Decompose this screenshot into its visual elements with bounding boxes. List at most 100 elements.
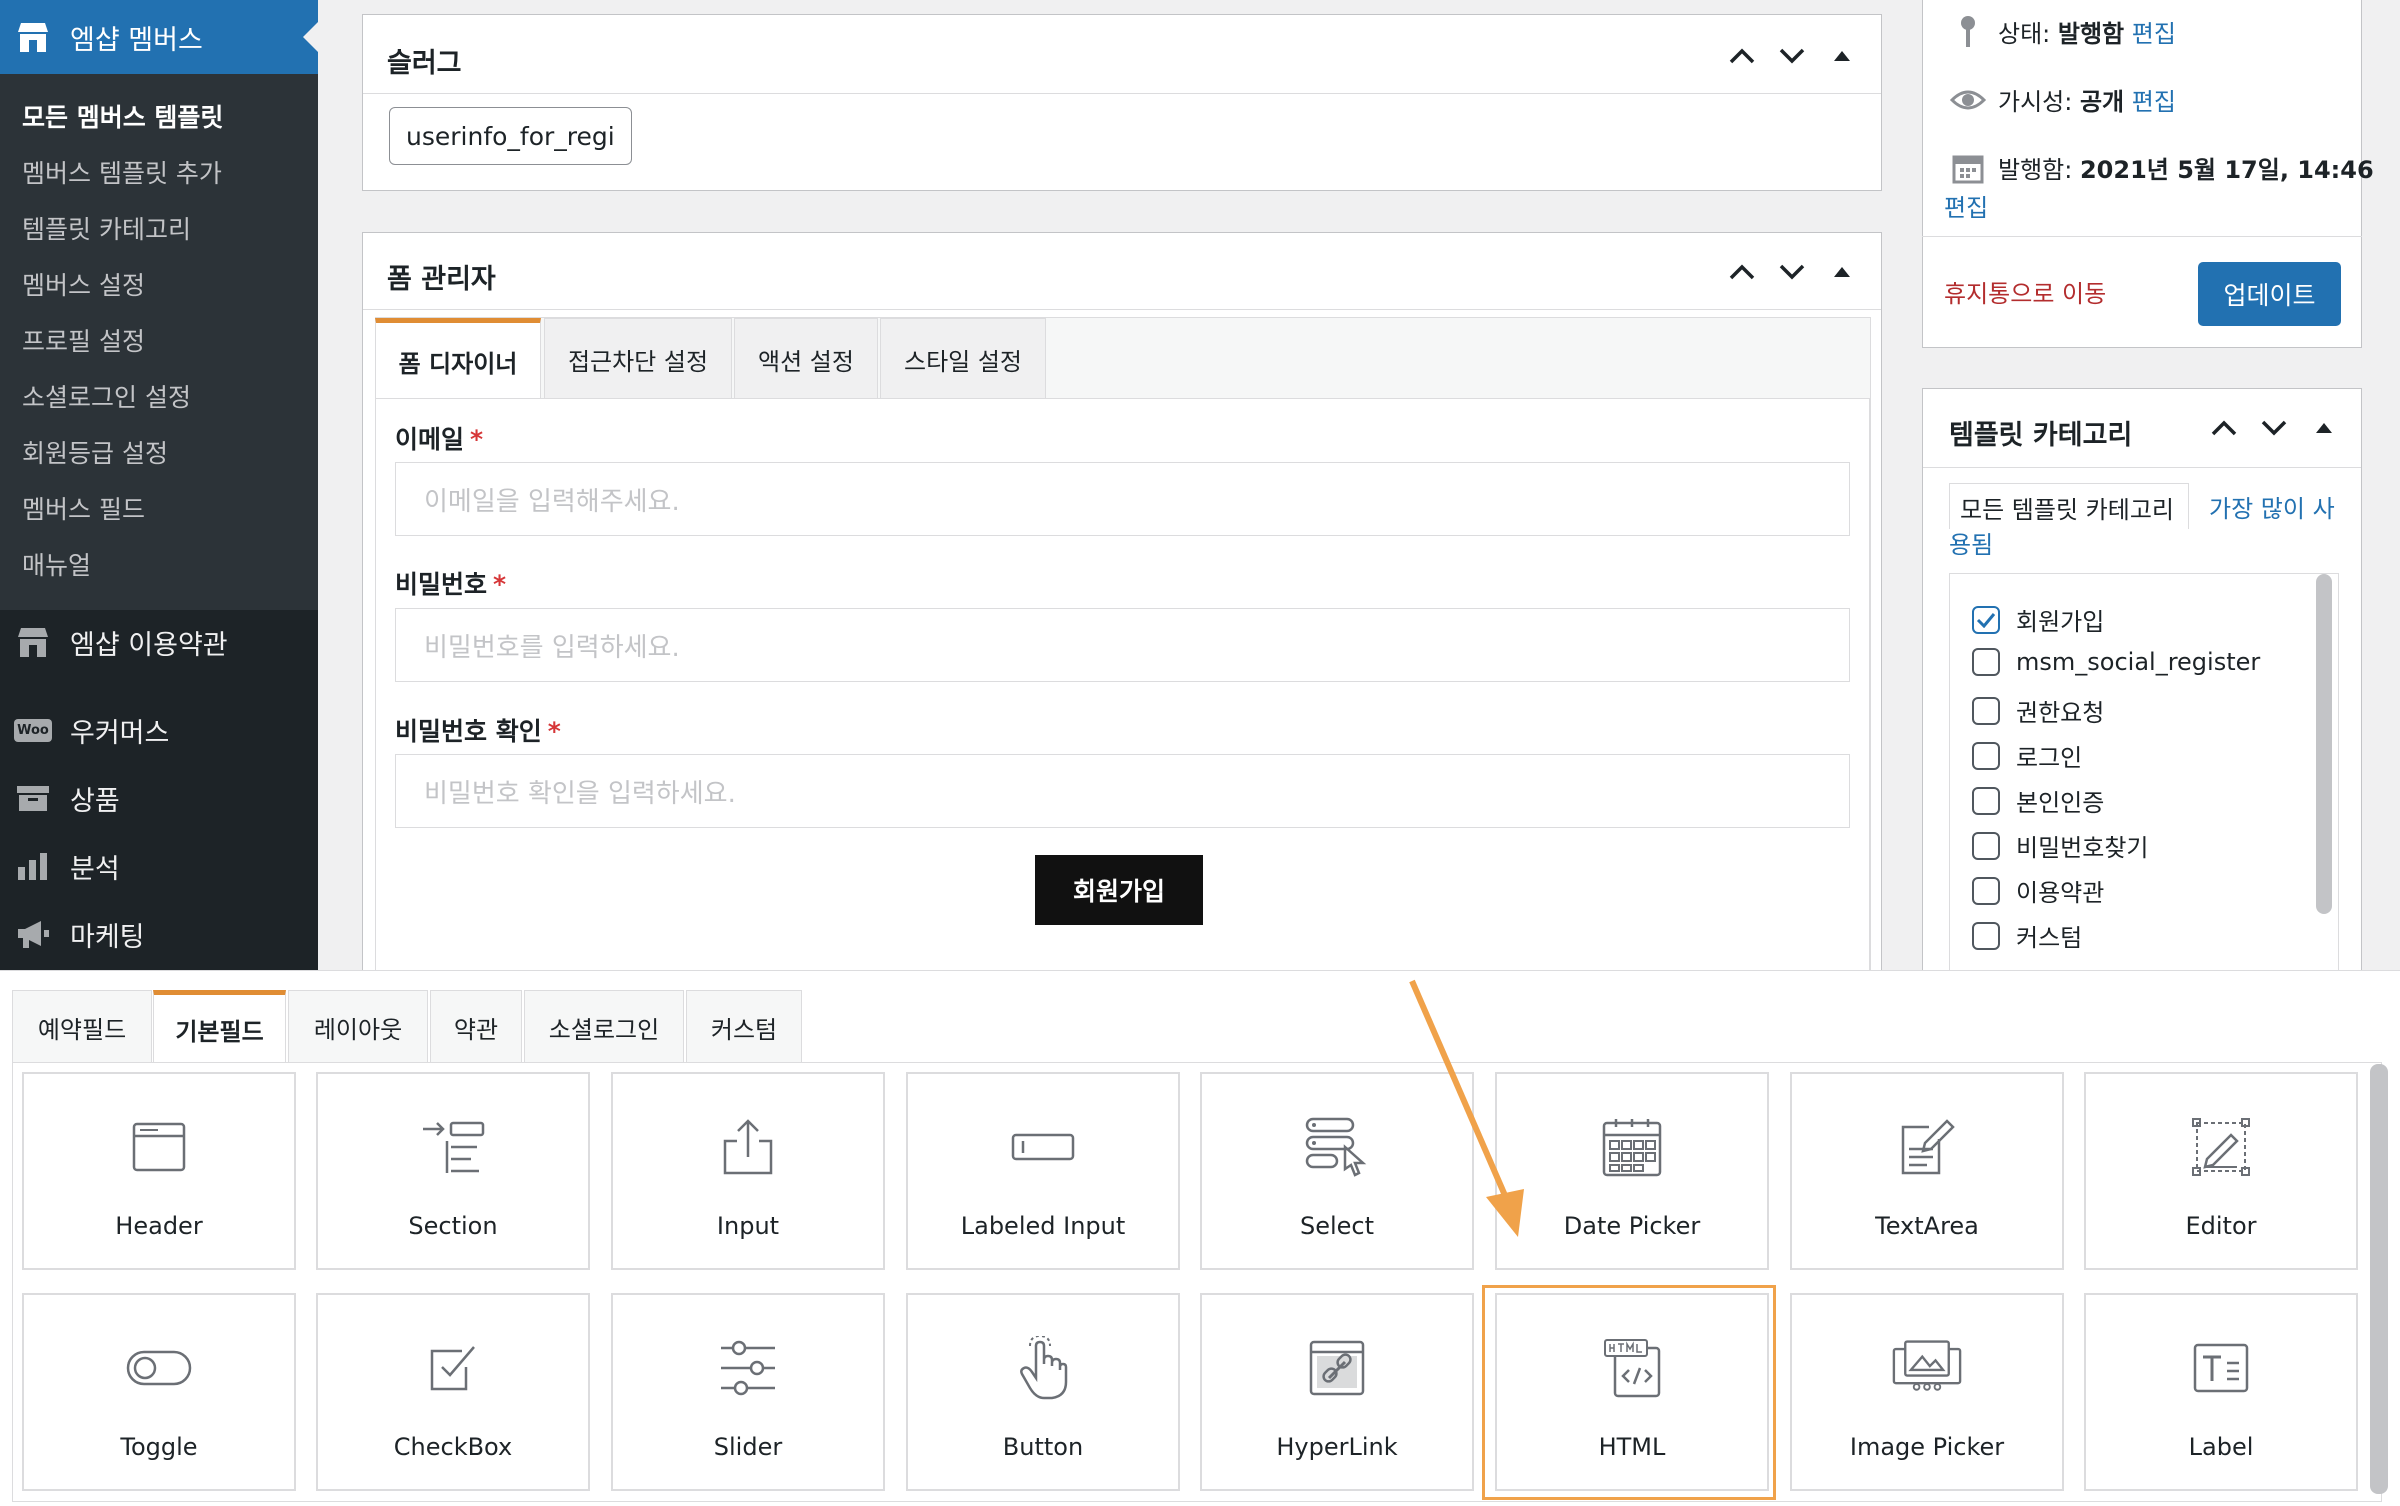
html-tile-highlight [1482,1285,1776,1500]
tile-header[interactable]: Header [22,1072,296,1270]
menu-label: 상품 [70,785,120,817]
collapse-toggle-icon[interactable] [1827,257,1857,287]
tab-access-block[interactable]: 접근차단 설정 [544,318,732,400]
category-item[interactable]: 커스텀 [1972,918,2082,953]
tab-terms[interactable]: 약관 [430,990,522,1064]
panel-controls [2209,413,2339,443]
checkbox[interactable] [1972,786,2000,815]
submenu-item-profile-settings[interactable]: 프로필 설정 [22,322,145,358]
tab-most-used[interactable]: 가장 많이 사 [2209,489,2335,524]
category-item[interactable]: 이용약관 [1972,873,2104,908]
status-edit-link[interactable]: 편집 [2132,14,2176,49]
published-edit-link[interactable]: 편집 [1944,188,1988,223]
chevron-up-icon[interactable] [1727,257,1757,287]
menu-item-marketing[interactable]: 마케팅 [0,904,318,964]
tab-reserved-fields[interactable]: 예약필드 [12,990,152,1064]
tile-button[interactable]: Button [906,1293,1180,1491]
tile-labeled-input[interactable]: Labeled Input [906,1072,1180,1270]
chevron-down-icon[interactable] [1777,257,1807,287]
checkbox[interactable] [1972,831,2000,860]
slug-input[interactable]: userinfo_for_regi [389,107,632,165]
tile-input[interactable]: Input [611,1072,885,1270]
tab-most-used-wrap[interactable]: 용됨 [1949,525,1993,560]
checkbox[interactable] [1972,696,2000,725]
trash-link[interactable]: 휴지통으로 이동 [1944,274,2106,309]
tab-custom[interactable]: 커스텀 [686,990,802,1064]
tile-slider[interactable]: Slider [611,1293,885,1491]
menu-item-msshop-members[interactable]: 엠샵 멤버스 [0,0,318,74]
submenu-item-template-category[interactable]: 템플릿 카테고리 [22,210,191,246]
email-field[interactable]: 이메일을 입력해주세요. [395,462,1850,536]
tile-textarea[interactable]: TextArea [1790,1072,2064,1270]
chevron-up-icon[interactable] [1727,41,1757,71]
category-item[interactable]: 본인인증 [1972,783,2104,818]
admin-sidebar: 엠샵 멤버스 모든 멤버스 템플릿 멤버스 템플릿 추가 템플릿 카테고리 멤버… [0,0,318,970]
submenu-item-manual[interactable]: 매뉴얼 [22,546,91,582]
tile-checkbox[interactable]: CheckBox [316,1293,590,1491]
submenu-item-member-grade[interactable]: 회원등급 설정 [22,434,168,470]
toggle-icon [124,1333,194,1403]
category-item[interactable]: 회원가입 [1972,602,2104,637]
submenu-item-all-templates[interactable]: 모든 멤버스 템플릿 [22,98,223,134]
menu-item-analytics[interactable]: 분석 [0,836,318,896]
chevron-up-icon[interactable] [2209,413,2239,443]
input-icon [713,1112,783,1182]
tile-label[interactable]: Label [2084,1293,2358,1491]
submenu-item-members-field[interactable]: 멤버스 필드 [22,490,145,526]
woo-badge: Woo [14,718,52,742]
collapse-toggle-icon[interactable] [2309,413,2339,443]
category-scrollbar[interactable] [2316,574,2332,914]
password-field[interactable]: 비밀번호를 입력하세요. [395,608,1850,682]
password-confirm-field[interactable]: 비밀번호 확인을 입력하세요. [395,754,1850,828]
calendar-icon [1950,152,1986,184]
panel-title: 슬러그 [387,48,462,79]
category-item[interactable]: msm_social_register [1972,648,2260,676]
image-icon [1892,1333,1962,1403]
checkbox[interactable] [1972,876,2000,905]
tab-all-categories[interactable]: 모든 템플릿 카테고리 [1949,483,2189,529]
category-item[interactable]: 로그인 [1972,738,2082,773]
update-button[interactable]: 업데이트 [2198,262,2341,326]
collapse-toggle-icon[interactable] [1827,41,1857,71]
category-item[interactable]: 비밀번호찾기 [1972,828,2148,863]
tab-basic-fields[interactable]: 기본필드 [153,990,286,1064]
calendar-icon [1597,1112,1667,1182]
submenu-item-add-template[interactable]: 멤버스 템플릿 추가 [22,154,222,190]
slug-panel: 슬러그 userinfo_for_regi [362,14,1882,191]
tile-toggle[interactable]: Toggle [22,1293,296,1491]
visibility-edit-link[interactable]: 편집 [2132,82,2176,117]
editor-icon [2186,1112,2256,1182]
chevron-down-icon[interactable] [1777,41,1807,71]
select-icon [1302,1112,1372,1182]
panel-controls [1727,41,1857,71]
menu-label: 분석 [70,853,120,885]
builder-scrollbar[interactable] [2370,1064,2388,1494]
menu-item-terms[interactable]: 엠샵 이용약관 [0,612,318,672]
megaphone-icon [14,915,52,953]
label-icon [2186,1333,2256,1403]
labeled-input-icon [1008,1112,1078,1182]
tile-image-picker[interactable]: Image Picker [1790,1293,2064,1491]
tab-social-login[interactable]: 소셜로그인 [524,990,684,1064]
tab-layout[interactable]: 레이아웃 [288,990,428,1064]
tile-section[interactable]: Section [316,1072,590,1270]
checkbox[interactable] [1972,605,2000,634]
checkbox[interactable] [1972,741,2000,770]
category-item[interactable]: 권한요청 [1972,693,2104,728]
submenu-item-social-login[interactable]: 소셜로그인 설정 [22,378,191,414]
signup-button[interactable]: 회원가입 [1035,855,1203,925]
tile-editor[interactable]: Editor [2084,1072,2358,1270]
menu-item-products[interactable]: 상품 [0,768,318,828]
chevron-down-icon[interactable] [2259,413,2289,443]
tab-style-settings[interactable]: 스타일 설정 [880,318,1046,400]
tab-form-designer[interactable]: 폼 디자이너 [375,318,541,400]
divider [1923,467,2361,468]
checkbox[interactable] [1972,921,2000,950]
field-label-password: 비밀번호 * [395,570,507,599]
tile-hyperlink[interactable]: HyperLink [1200,1293,1474,1491]
checkbox[interactable] [1972,648,2000,676]
submenu-item-members-settings[interactable]: 멤버스 설정 [22,266,145,302]
menu-item-woocommerce[interactable]: Woo 우커머스 [0,700,318,760]
menu-label: 마케팅 [70,921,145,953]
tab-action-settings[interactable]: 액션 설정 [734,318,878,400]
